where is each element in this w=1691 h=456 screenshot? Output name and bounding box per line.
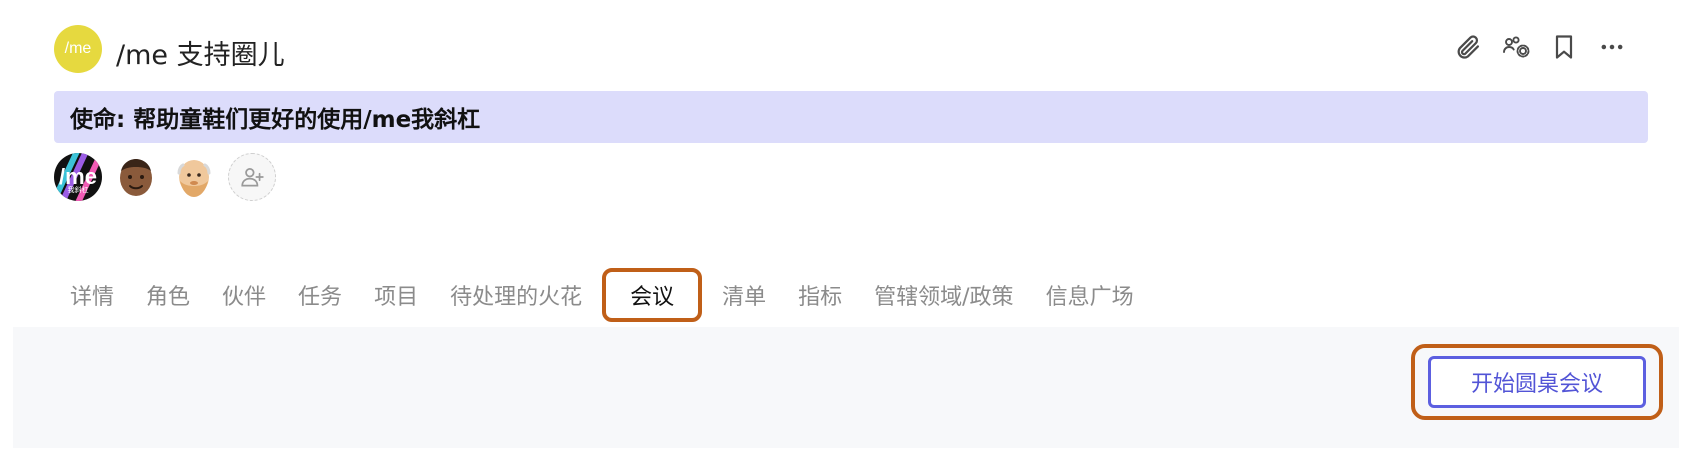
more-icon — [1601, 44, 1623, 50]
tab-metrics[interactable]: 指标 — [782, 268, 858, 322]
bookmark-icon — [1555, 35, 1573, 59]
tab-meetings[interactable]: 会议 — [602, 268, 703, 322]
tab-projects[interactable]: 项目 — [358, 268, 434, 322]
circle-title: /me 支持圈儿 — [116, 40, 285, 71]
tab-details[interactable]: 详情 — [54, 268, 130, 322]
member-avatar[interactable] — [112, 153, 160, 201]
person-avatar-icon — [112, 153, 160, 201]
start-roundtable-meeting-button[interactable]: 开始圆桌会议 — [1428, 356, 1646, 408]
group-settings-icon — [1503, 36, 1530, 58]
tab-roles[interactable]: 角色 — [130, 268, 206, 322]
add-member-button[interactable] — [228, 153, 276, 201]
tab-info-square[interactable]: 信息广场 — [1030, 268, 1150, 322]
mission-text: 使命: 帮助童鞋们更好的使用/me我斜杠 — [70, 107, 481, 133]
logo-subtext: 我斜杠 — [67, 187, 89, 194]
member-avatars: /me 我斜杠 — [54, 153, 276, 201]
member-avatar-me-logo[interactable]: /me 我斜杠 — [54, 153, 102, 201]
more-button[interactable] — [1597, 32, 1627, 62]
circle-header: /me /me 支持圈儿 — [54, 24, 1627, 76]
attachment-button[interactable] — [1453, 32, 1483, 62]
tab-tasks[interactable]: 任务 — [282, 268, 358, 322]
member-avatar[interactable] — [170, 153, 218, 201]
add-person-icon — [241, 168, 264, 187]
tab-partners[interactable]: 伙伴 — [206, 268, 282, 322]
meetings-panel: 开始圆桌会议 — [13, 327, 1679, 448]
start-meeting-highlight: 开始圆桌会议 — [1411, 344, 1663, 420]
tab-domains-policies[interactable]: 管辖领域/政策 — [858, 268, 1029, 322]
circle-logo: /me — [54, 25, 102, 73]
tab-pending-sparks[interactable]: 待处理的火花 — [434, 268, 598, 322]
tab-bar: 详情 角色 伙伴 任务 项目 待处理的火花 会议 清单 指标 管辖领域/政策 信… — [54, 268, 1150, 322]
paperclip-icon — [1457, 35, 1480, 59]
tab-checklists[interactable]: 清单 — [706, 268, 782, 322]
person-avatar-icon — [170, 153, 218, 201]
bookmark-button[interactable] — [1549, 32, 1579, 62]
header-toolbar — [1453, 32, 1627, 62]
member-settings-button[interactable] — [1501, 32, 1531, 62]
mission-banner: 使命: 帮助童鞋们更好的使用/me我斜杠 — [54, 91, 1648, 143]
